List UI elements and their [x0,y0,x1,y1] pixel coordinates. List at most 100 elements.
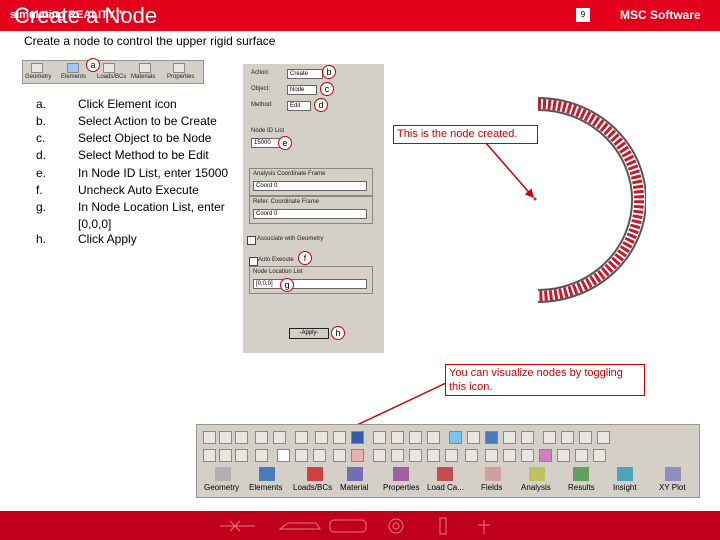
method-select[interactable]: Edit [287,101,311,111]
associate-label: Associate with Geometry [257,236,324,242]
node-toggle-icon[interactable] [277,449,290,462]
visualize-nodes-callout: You can visualize nodes by toggling this… [445,364,645,396]
auto-execute-checkbox[interactable] [249,257,258,266]
iso-view-icon[interactable] [449,431,462,444]
spectrum-icon[interactable] [557,449,570,462]
save-icon[interactable] [235,431,248,444]
side-view-icon[interactable] [485,431,498,444]
hidden-line-icon[interactable] [333,449,346,462]
copy-icon[interactable] [273,431,286,444]
associate-checkbox[interactable] [247,236,256,245]
step-letter-c: c. [36,131,46,145]
step-text-b: Select Action to be Create [78,114,217,128]
zoom-in-icon[interactable] [503,449,516,462]
fields-app-icon[interactable] [485,467,501,481]
app-label-fields: Fields [481,483,503,492]
select-icon[interactable] [373,431,386,444]
page-subtitle: Create a node to control the upper rigid… [24,34,276,48]
insight-app-icon[interactable] [617,467,633,481]
zoom-out-icon[interactable] [521,449,534,462]
app-label-results: Results [568,483,595,492]
main-toolbar: Geometry Elements Loads/BCs Material Pro… [196,424,700,498]
color-icon[interactable] [539,449,552,462]
fit-icon[interactable] [409,431,422,444]
group-icon[interactable] [255,449,268,462]
auto-execute-label: Auto Execute [258,257,294,263]
print-icon[interactable] [255,431,268,444]
top-view-icon[interactable] [503,431,516,444]
analysis-app-icon[interactable] [529,467,545,481]
shield-icon[interactable] [351,431,364,444]
display-icon[interactable] [235,449,248,462]
rotate-icon[interactable] [427,431,440,444]
undo-icon[interactable] [295,431,308,444]
badge-c: c [320,82,334,96]
load-cases-app-icon[interactable] [437,467,453,481]
location-input[interactable]: [0,0,0] [253,279,367,289]
badge-g: g [280,278,294,292]
step-letter-b: b. [36,114,47,128]
geometry-icon[interactable] [31,63,43,73]
view-b-icon[interactable] [561,431,574,444]
bottle-icon [439,517,447,535]
view-corner-icon[interactable] [521,431,534,444]
front-view-icon[interactable] [467,431,480,444]
abort-icon[interactable] [315,431,328,444]
elements-icon[interactable] [67,63,79,73]
coord-icon[interactable] [465,449,478,462]
refresh-icon[interactable] [333,431,346,444]
free-edge-icon[interactable] [391,449,404,462]
analysis-frame-label: Analysis Coordinate Frame [253,171,326,177]
grid-icon[interactable] [445,449,458,462]
help-icon[interactable] [575,449,588,462]
app-label-geometry: Geometry [204,483,240,492]
action-select[interactable]: Create [287,69,323,79]
material-app-icon[interactable] [347,467,363,481]
badge-b: b [322,65,336,79]
view-d-icon[interactable] [597,431,610,444]
properties-app-icon[interactable] [393,467,409,481]
refer-frame-input[interactable]: Coord 0 [253,209,367,219]
plot-erase-icon[interactable] [427,449,440,462]
open-icon[interactable] [219,431,232,444]
step-text-g: In Node Location List, enter [0,0,0] [78,200,225,231]
new-file-icon[interactable] [203,431,216,444]
cursor-icon[interactable] [593,449,606,462]
app-label-properties: Properties [383,483,420,492]
shaded-icon[interactable] [219,449,232,462]
step-letter-f: f. [36,183,43,197]
plane-icon [220,520,255,532]
apply-button[interactable]: -Apply- [289,328,329,339]
edge-icon[interactable] [295,449,308,462]
mesh-icon[interactable] [409,449,422,462]
properties-icon[interactable] [173,63,185,73]
element-shrink-icon[interactable] [373,449,386,462]
step-text-c: Select Object to be Node [78,131,212,145]
xy-plot-app-icon[interactable] [665,467,681,481]
toolbar-row-1 [201,429,695,445]
step-text-h: Click Apply [78,232,137,246]
arc-outer [537,97,646,303]
view-a-icon[interactable] [543,431,556,444]
toolbar-label-materials: Materials [131,74,156,80]
footer-tagline: simulating REALITY™ [10,9,127,21]
view-c-icon[interactable] [579,431,592,444]
step-text-f: Uncheck Auto Execute [78,183,199,197]
graph-icon[interactable] [485,449,498,462]
step-text-a: Click Element icon [78,97,177,111]
label-toggle-icon[interactable] [203,449,216,462]
geometry-app-icon[interactable] [215,467,231,481]
loads-bcs-app-icon[interactable] [307,467,323,481]
object-select[interactable]: Node [287,85,317,95]
elements-app-icon[interactable] [259,467,275,481]
materials-icon[interactable] [139,63,151,73]
zoom-icon[interactable] [391,431,404,444]
wireframe-icon[interactable] [313,449,326,462]
loads-bcs-icon[interactable] [103,63,115,73]
analysis-frame-input[interactable]: Coord 0 [253,181,367,191]
results-app-icon[interactable] [573,467,589,481]
badge-e: e [278,136,292,150]
target-icon [388,518,404,534]
smooth-icon[interactable] [351,449,364,462]
app-label-xy-plot: XY Plot [659,483,686,492]
